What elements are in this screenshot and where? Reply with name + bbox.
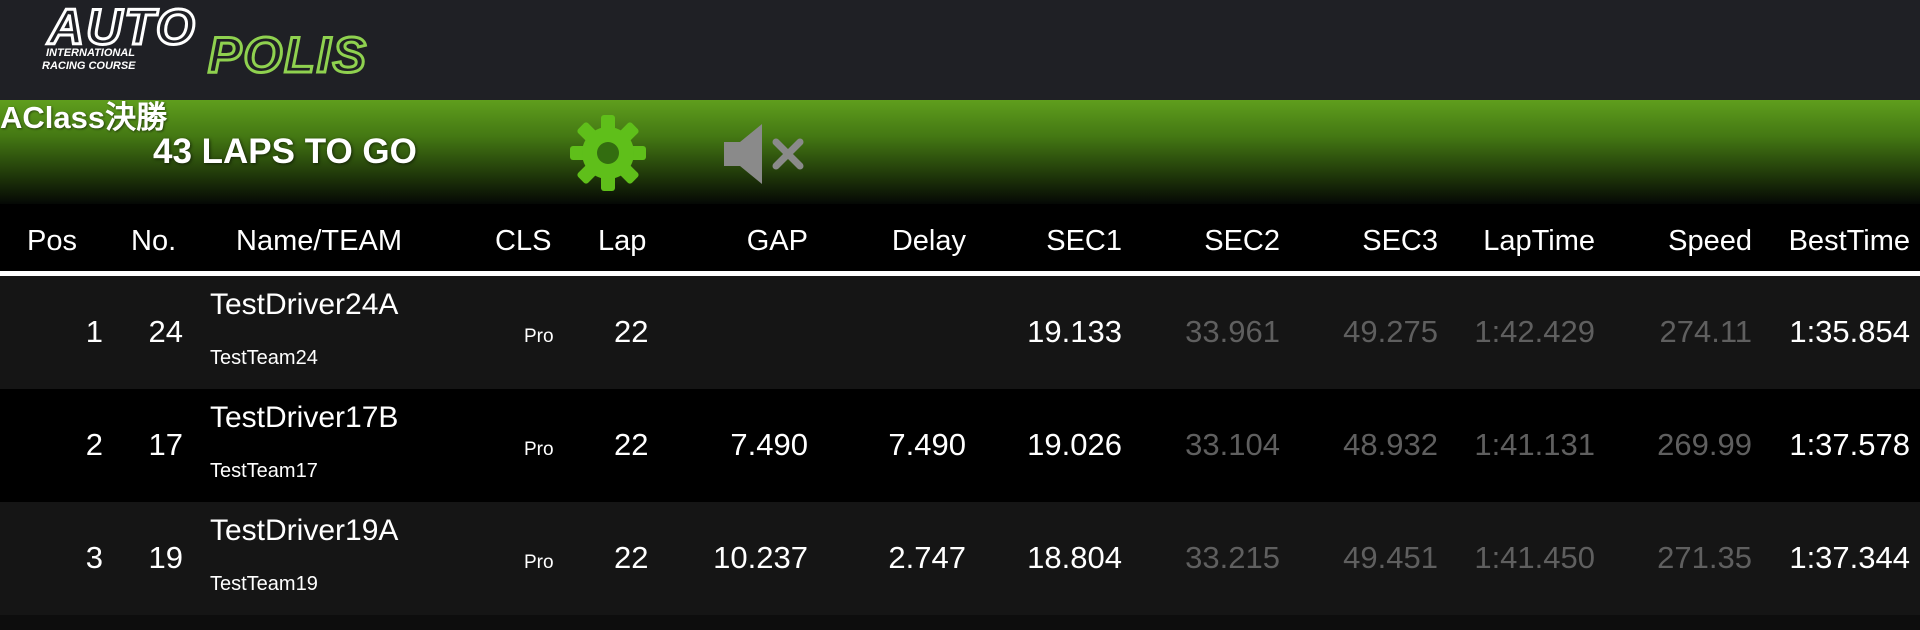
position: 3 (85, 540, 103, 575)
table-row[interactable]: 3 19 TestDriver19A TestTeam19 Pro 22 10.… (0, 502, 1920, 615)
header-besttime: BestTime (1788, 225, 1910, 257)
lap-count: 22 (614, 540, 649, 575)
header-gap: GAP (746, 225, 808, 257)
lap-time: 1:42.429 (1474, 314, 1595, 349)
settings-button[interactable] (568, 113, 648, 193)
laps-to-go: 43 LAPS TO GO (153, 132, 417, 171)
team-name: TestTeam24 (210, 347, 318, 369)
team-name: TestTeam19 (210, 573, 318, 595)
header-sec2: SEC2 (1204, 225, 1280, 257)
race-status-bar: AClass決勝 43 LAPS TO GO (0, 100, 1920, 204)
best-time: 1:37.344 (1789, 540, 1910, 575)
speed-value: 269.99 (1657, 427, 1752, 462)
autopolis-logo: AUTO POLIS INTERNATIONAL RACING COURSE (40, 0, 465, 80)
table-row[interactable]: 1 24 TestDriver24A TestTeam24 Pro 22 19.… (0, 276, 1920, 389)
top-bar: AUTO POLIS INTERNATIONAL RACING COURSE (0, 0, 1920, 100)
table-header: Pos No. Name/TEAM CLS Lap GAP Delay SEC1… (0, 204, 1920, 276)
sec2-time: 33.961 (1185, 314, 1280, 349)
header-no: No. (131, 225, 177, 257)
car-number: 24 (148, 314, 183, 349)
class-label: Pro (524, 326, 554, 347)
header-pos: Pos (27, 225, 77, 257)
svg-text:RACING COURSE: RACING COURSE (42, 60, 136, 72)
table-row[interactable]: 2 17 TestDriver17B TestTeam17 Pro 22 7.4… (0, 389, 1920, 502)
car-number: 19 (148, 540, 183, 575)
driver-name: TestDriver17B (210, 401, 399, 434)
sec1-time: 19.026 (1027, 427, 1122, 462)
gap-value: 10.237 (713, 540, 808, 575)
driver-name: TestDriver24A (210, 288, 399, 321)
header-sec3: SEC3 (1362, 225, 1438, 257)
position: 2 (85, 427, 103, 462)
lap-count: 22 (614, 427, 649, 462)
position: 1 (85, 314, 103, 349)
sec1-time: 19.133 (1027, 314, 1122, 349)
mute-button[interactable] (720, 122, 808, 186)
header-sec1: SEC1 (1046, 225, 1122, 257)
sec2-time: 33.215 (1185, 540, 1280, 575)
header-delay: Delay (891, 225, 966, 257)
header-name-team: Name/TEAM (236, 225, 402, 257)
gap-value: 7.490 (730, 427, 808, 462)
class-label: Pro (524, 552, 554, 573)
driver-name: TestDriver19A (210, 514, 399, 547)
delay-value: 7.490 (888, 427, 966, 462)
header-laptime: LapTime (1483, 225, 1595, 257)
race-title: AClass決勝 (0, 100, 168, 135)
class-label: Pro (524, 439, 554, 460)
gear-icon (570, 115, 646, 191)
sec3-time: 49.275 (1343, 314, 1438, 349)
sec2-time: 33.104 (1185, 427, 1280, 462)
header-lap: Lap (598, 225, 647, 257)
speed-value: 274.11 (1659, 314, 1752, 349)
lap-time: 1:41.131 (1474, 427, 1595, 462)
sec3-time: 49.451 (1343, 540, 1438, 575)
sec1-time: 18.804 (1027, 540, 1122, 575)
header-cls: CLS (495, 225, 552, 257)
lap-time: 1:41.450 (1474, 540, 1595, 575)
svg-text:INTERNATIONAL: INTERNATIONAL (46, 47, 135, 59)
header-speed: Speed (1668, 225, 1752, 257)
delay-value: 2.747 (888, 540, 966, 575)
best-time: 1:37.578 (1789, 427, 1910, 462)
speaker-muted-icon (724, 124, 804, 184)
best-time: 1:35.854 (1789, 314, 1910, 349)
lap-count: 22 (614, 314, 649, 349)
team-name: TestTeam17 (210, 460, 318, 482)
sec3-time: 48.932 (1343, 427, 1438, 462)
speed-value: 271.35 (1657, 540, 1752, 575)
svg-text:POLIS: POLIS (208, 27, 368, 80)
car-number: 17 (148, 427, 183, 462)
